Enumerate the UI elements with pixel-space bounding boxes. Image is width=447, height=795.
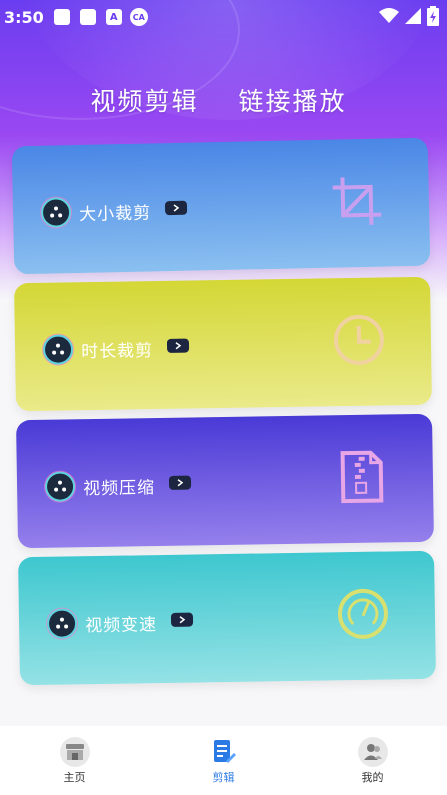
speedometer-icon <box>337 588 388 639</box>
status-icons <box>379 6 439 26</box>
zip-file-icon <box>340 450 384 504</box>
notification-square-icon <box>79 9 96 25</box>
nav-mine[interactable]: 我的 <box>323 736 423 785</box>
card-size-crop[interactable]: 大小裁剪 <box>11 137 431 275</box>
wifi-icon <box>379 8 399 23</box>
clock-icon <box>333 314 384 365</box>
top-tabs: 视频剪辑 链接播放 <box>0 82 447 126</box>
card-duration-crop[interactable]: 时长裁剪 <box>14 276 432 412</box>
card-label: 时长裁剪 <box>80 341 154 363</box>
card-video-compress[interactable]: 视频压缩 <box>16 413 434 549</box>
card-label: 视频压缩 <box>82 478 156 500</box>
a-app-icon: A <box>105 9 122 25</box>
film-reel-icon <box>42 334 74 365</box>
film-reel-icon <box>44 471 76 502</box>
card-label: 大小裁剪 <box>78 203 152 225</box>
card-video-speed[interactable]: 视频变速 <box>18 550 436 686</box>
card-label: 视频变速 <box>84 615 158 637</box>
status-bar: 3:50 A CA <box>0 0 447 34</box>
nav-label: 我的 <box>361 770 384 784</box>
signal-icon <box>405 8 421 24</box>
users-icon <box>357 736 388 767</box>
chevron-right-icon[interactable] <box>170 612 194 627</box>
chevron-right-icon[interactable] <box>166 338 190 353</box>
notification-square-icon <box>53 9 70 25</box>
nav-home[interactable]: 主页 <box>25 736 125 785</box>
crop-icon <box>332 177 382 225</box>
tab-video-edit[interactable]: 视频剪辑 <box>90 82 198 126</box>
battery-icon <box>427 6 439 26</box>
bottom-nav: 主页 剪辑 我的 <box>0 726 447 795</box>
status-time: 3:50 <box>4 7 44 27</box>
chevron-right-icon[interactable] <box>164 200 188 216</box>
nav-edit[interactable]: 剪辑 <box>174 737 274 785</box>
film-reel-icon <box>46 608 78 639</box>
film-reel-icon <box>40 197 72 228</box>
edit-doc-icon <box>209 737 239 767</box>
chevron-right-icon[interactable] <box>168 475 192 490</box>
tab-link-play[interactable]: 链接播放 <box>239 82 347 126</box>
ca-app-icon: CA <box>129 8 148 26</box>
shop-icon <box>59 736 90 767</box>
nav-label: 主页 <box>63 770 86 784</box>
nav-label: 剪辑 <box>212 770 235 784</box>
